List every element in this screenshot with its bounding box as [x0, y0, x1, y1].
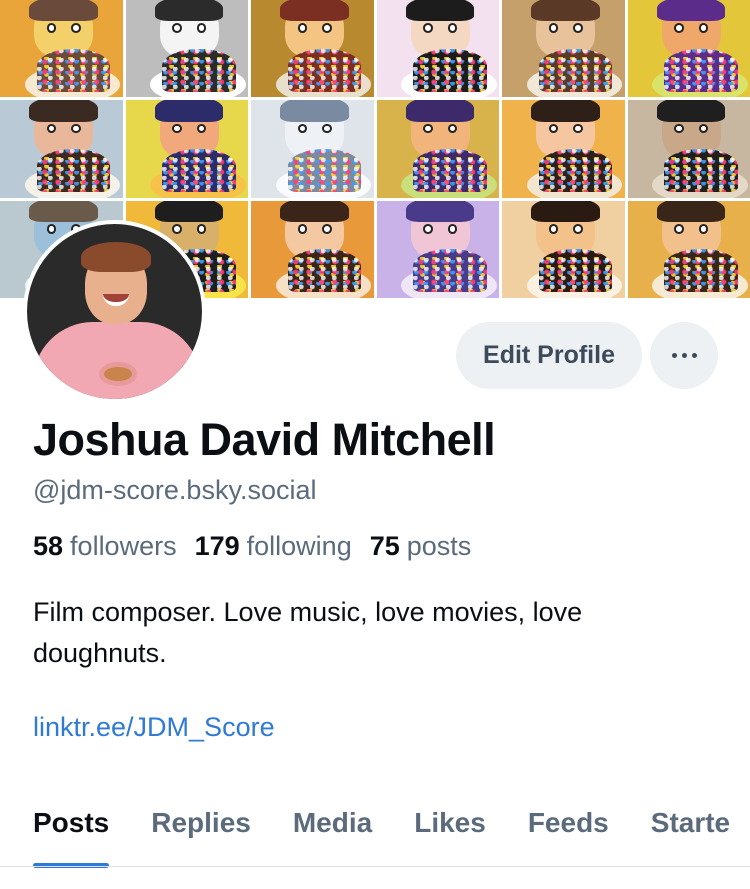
profile-stats: 58 followers 179 following 75 posts	[33, 531, 471, 562]
following-count: 179	[194, 531, 240, 561]
following-stat[interactable]: 179 following	[195, 531, 352, 562]
banner-tile	[627, 100, 750, 198]
followers-count: 58	[33, 531, 64, 561]
display-name: Joshua David Mitchell	[33, 414, 496, 465]
banner-tile	[627, 0, 750, 98]
banner-tile	[125, 100, 248, 198]
banner-tile	[251, 0, 374, 98]
following-label: following	[246, 531, 352, 561]
tab-posts[interactable]: Posts	[33, 802, 110, 868]
banner-tile	[251, 200, 374, 298]
banner-tile	[502, 100, 625, 198]
banner-tile	[125, 0, 248, 98]
profile-bio: Film composer. Love music, love movies, …	[33, 597, 583, 668]
tabs-divider	[0, 866, 750, 867]
banner-tile	[376, 0, 499, 98]
banner-tile	[376, 200, 499, 298]
profile-page: Edit Profile Joshua David Mitchell @jdm-…	[0, 0, 750, 889]
banner-tile	[502, 0, 625, 98]
tab-replies[interactable]: Replies	[151, 802, 251, 862]
banner-tile	[627, 200, 750, 298]
more-options-button[interactable]	[650, 322, 718, 389]
tab-media[interactable]: Media	[293, 802, 372, 862]
posts-stat: 75 posts	[370, 531, 472, 562]
banner-tile	[0, 0, 123, 98]
followers-stat[interactable]: 58 followers	[33, 531, 177, 562]
banner-tile	[0, 100, 123, 198]
profile-link[interactable]: linktr.ee/JDM_Score	[33, 712, 275, 743]
banner-tile	[376, 100, 499, 198]
banner-tile	[251, 100, 374, 198]
avatar-hair	[81, 242, 151, 272]
edit-profile-button[interactable]: Edit Profile	[456, 322, 642, 389]
profile-tabs: Posts Replies Media Likes Feeds Starte	[33, 802, 730, 868]
followers-label: followers	[70, 531, 177, 561]
posts-count: 75	[369, 531, 400, 561]
ellipsis-horizontal-icon	[671, 353, 697, 358]
tab-starter-packs[interactable]: Starte	[651, 802, 730, 862]
avatar[interactable]	[23, 220, 206, 403]
tab-feeds[interactable]: Feeds	[528, 802, 609, 862]
avatar-doughnut	[99, 362, 137, 386]
profile-handle: @jdm-score.bsky.social	[33, 475, 317, 505]
posts-label: posts	[406, 531, 472, 561]
banner-tile	[502, 200, 625, 298]
tab-likes[interactable]: Likes	[414, 802, 486, 862]
